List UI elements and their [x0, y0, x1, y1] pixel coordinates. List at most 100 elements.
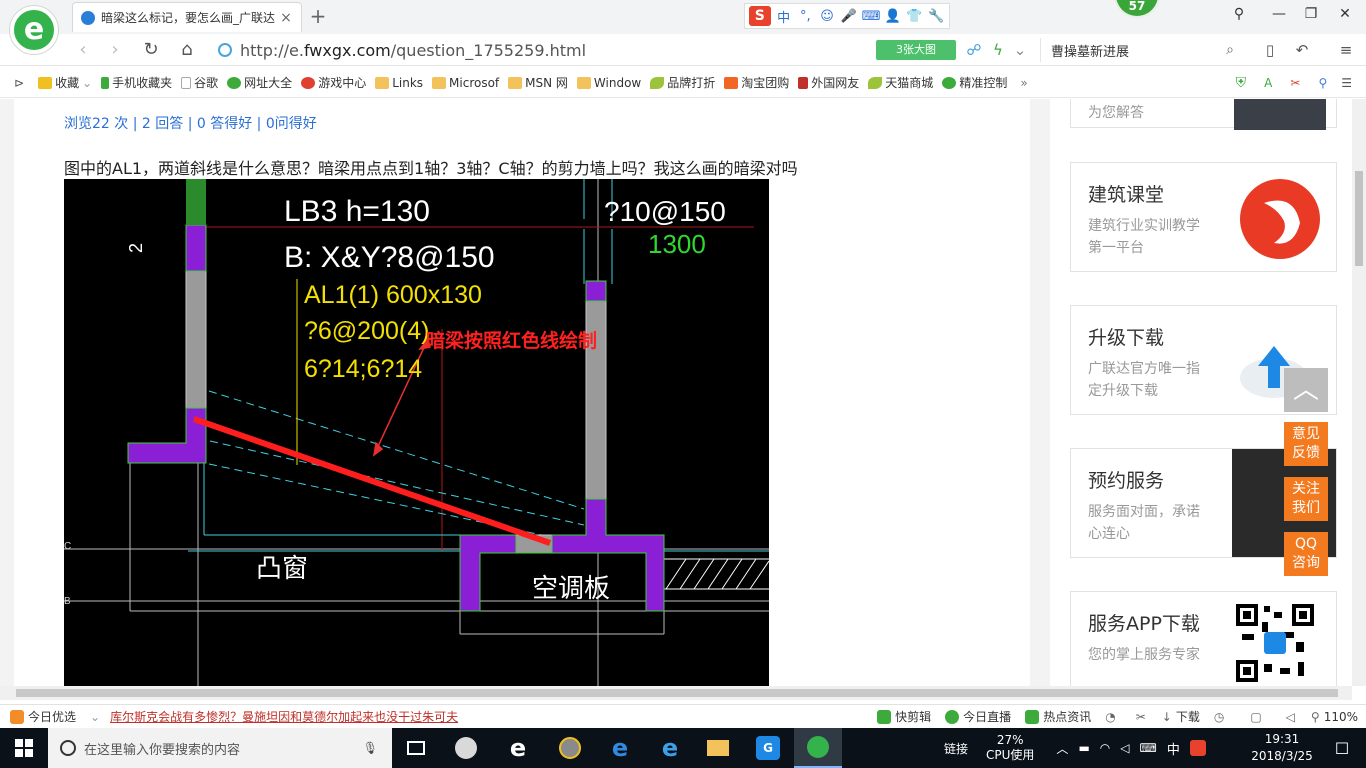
fav-item-9[interactable]: 品牌打折	[650, 74, 715, 91]
taskbar-app-edge[interactable]: e	[596, 728, 644, 768]
shirt-icon[interactable]: ⚲	[1228, 6, 1250, 26]
feedback-button[interactable]: 意见 反馈	[1284, 422, 1328, 466]
notification-badge[interactable]: 57	[1114, 0, 1160, 18]
menu-icon[interactable]: ≡	[1336, 41, 1356, 59]
preview-icon[interactable]: ☍	[964, 41, 984, 59]
ime-punctuation-icon[interactable]: °,	[796, 9, 814, 24]
shield-icon[interactable]: ⛨	[1236, 75, 1247, 91]
fav-item-6[interactable]: Microsof	[432, 76, 499, 90]
taskbar-app-pinwheel[interactable]	[442, 728, 490, 768]
system-clock[interactable]: 19:31 2018/3/25	[1246, 731, 1318, 765]
taskbar-app-browser-active[interactable]	[794, 728, 842, 768]
new-tab-button[interactable]: +	[306, 5, 330, 29]
fav-item-4[interactable]: 游戏中心	[301, 74, 366, 91]
chevron-down-icon[interactable]: ⌄	[1010, 41, 1030, 59]
screenshot-icon[interactable]: ✂	[1290, 76, 1300, 90]
speed-icon[interactable]: ◔	[1105, 710, 1115, 724]
back-button[interactable]: ‹	[72, 39, 94, 61]
forward-button[interactable]: ›	[104, 39, 126, 61]
big-images-button[interactable]: 3张大图	[876, 40, 956, 60]
qr-code-icon[interactable]	[1234, 602, 1326, 686]
fav-item-8[interactable]: Window	[576, 76, 641, 90]
fav-item-11[interactable]: 外国网友	[798, 74, 859, 91]
tools-icon[interactable]: ✂	[1136, 710, 1146, 724]
keyboard-icon[interactable]: ⌨	[1140, 741, 1157, 755]
minimize-button[interactable]: —	[1268, 6, 1290, 26]
question-stats[interactable]: 浏览22 次 | 2 回答 | 0 答得好 | 0问得好	[64, 113, 317, 133]
qq-consult-button[interactable]: QQ 咨询	[1284, 532, 1328, 576]
browser-logo-icon[interactable]: e	[10, 6, 58, 54]
follow-us-button[interactable]: 关注 我们	[1284, 477, 1328, 521]
cleanup-icon[interactable]: ◷	[1214, 710, 1224, 724]
ime-chinese-mode-icon[interactable]: 中	[775, 7, 793, 26]
refresh-button[interactable]: ↻	[140, 39, 162, 61]
start-button[interactable]	[0, 728, 48, 768]
sogou-ime-icon[interactable]: S	[749, 6, 771, 26]
ime-keyboard-icon[interactable]: ⌨	[862, 9, 881, 24]
browser-tab[interactable]: 暗梁这么标记，要怎么画_广联达 ×	[72, 2, 302, 32]
ime-user-icon[interactable]: 👤	[884, 9, 902, 24]
undo-icon[interactable]: ↶	[1292, 41, 1312, 59]
fav-item-5[interactable]: Links	[375, 76, 423, 90]
horizontal-scrollbar[interactable]	[0, 686, 1352, 700]
input-language[interactable]: 中	[1167, 739, 1180, 758]
downloads[interactable]: ↓ 下载	[1162, 708, 1200, 725]
live-today[interactable]: 今日直播	[945, 708, 1011, 725]
fav-item-7[interactable]: MSN 网	[508, 74, 568, 91]
accelerate-icon[interactable]: ϟ	[988, 41, 1008, 59]
restore-button[interactable]: ❐	[1300, 6, 1322, 26]
ime-settings-icon[interactable]: 🔧	[927, 9, 945, 24]
vertical-scroll-thumb[interactable]	[1355, 171, 1363, 266]
fav-item-13[interactable]: 精准控制	[942, 74, 1007, 91]
microphone-icon[interactable]: 🎙	[363, 741, 378, 755]
list-icon[interactable]: ☰	[1341, 76, 1352, 90]
quick-edit[interactable]: 快剪辑	[877, 708, 931, 725]
task-view-button[interactable]	[392, 728, 440, 768]
search-input[interactable]: 曹操墓新进展 ⌕	[1040, 38, 1240, 62]
ime-skin-icon[interactable]: 👕	[905, 9, 923, 24]
volume-icon[interactable]: ◁	[1120, 741, 1129, 755]
sidebar-card-app[interactable]: 服务APP下载 您的掌上服务专家	[1070, 591, 1337, 686]
fav-item-2[interactable]: 谷歌	[181, 74, 218, 91]
ime-voice-icon[interactable]: 🎤	[840, 9, 858, 24]
fav-item-3[interactable]: 网址大全	[227, 74, 292, 91]
news-headline[interactable]: 库尔斯克会战有多惨烈？曼施坦因和莫德尔加起来也没干过朱可夫	[110, 708, 458, 725]
window-icon[interactable]: ▢	[1250, 710, 1261, 724]
zoom-level[interactable]: 110%	[1324, 710, 1358, 724]
home-button[interactable]: ⌂	[176, 39, 198, 61]
sidebar-card-expert[interactable]: 为您解答	[1070, 99, 1337, 130]
find-icon[interactable]: ⚲	[1318, 76, 1327, 90]
back-to-top-button[interactable]: ︿	[1284, 368, 1328, 412]
taskbar-search-input[interactable]: 在这里输入你要搜索的内容 🎙	[48, 728, 392, 768]
sidebar-card-class[interactable]: 建筑课堂 建筑行业实训教学第一平台	[1070, 162, 1337, 272]
links-toolbar[interactable]: 链接	[944, 740, 968, 757]
tray-expand-icon[interactable]: ︿	[1056, 740, 1068, 757]
taskbar-app-glodon[interactable]: G	[744, 728, 792, 768]
hot-news[interactable]: 热点资讯	[1025, 708, 1091, 725]
network-icon[interactable]: ◠	[1100, 741, 1110, 755]
taskbar-app-explorer[interactable]	[694, 728, 742, 768]
fav-item-12[interactable]: 天猫商城	[868, 74, 933, 91]
sidebar-toggle-icon[interactable]: ⊳	[14, 76, 24, 90]
close-window-button[interactable]: ✕	[1334, 6, 1356, 26]
daily-picks[interactable]: 今日优选	[10, 708, 76, 725]
cpu-meter[interactable]: 27% CPU使用	[986, 733, 1034, 763]
vertical-scrollbar[interactable]	[1352, 99, 1366, 686]
sogou-tray-icon[interactable]	[1189, 740, 1206, 756]
more-favorites-icon[interactable]: »	[1020, 76, 1027, 90]
taskbar-app-ie[interactable]: e	[646, 728, 694, 768]
zoom-icon[interactable]: ⚲	[1311, 710, 1320, 724]
chevron-down-icon[interactable]: ⌄	[90, 710, 100, 724]
mute-icon[interactable]: ◁	[1286, 710, 1295, 724]
horizontal-scroll-thumb[interactable]	[16, 689, 1338, 697]
mobile-icon[interactable]: ▯	[1260, 41, 1280, 59]
search-icon[interactable]: ⌕	[1226, 42, 1240, 58]
action-center-button[interactable]: ☐	[1318, 728, 1366, 768]
taskbar-app-spiral[interactable]	[546, 728, 594, 768]
fav-item-10[interactable]: 淘宝团购	[724, 74, 789, 91]
fav-item-0[interactable]: 收藏 ⌄	[38, 74, 92, 91]
fav-item-1[interactable]: 手机收藏夹	[101, 74, 172, 91]
ime-emoji-icon[interactable]: ☺	[818, 9, 836, 24]
people-icon[interactable]: ▬	[1078, 741, 1089, 755]
taskbar-app-browser-e[interactable]: e	[494, 728, 542, 768]
